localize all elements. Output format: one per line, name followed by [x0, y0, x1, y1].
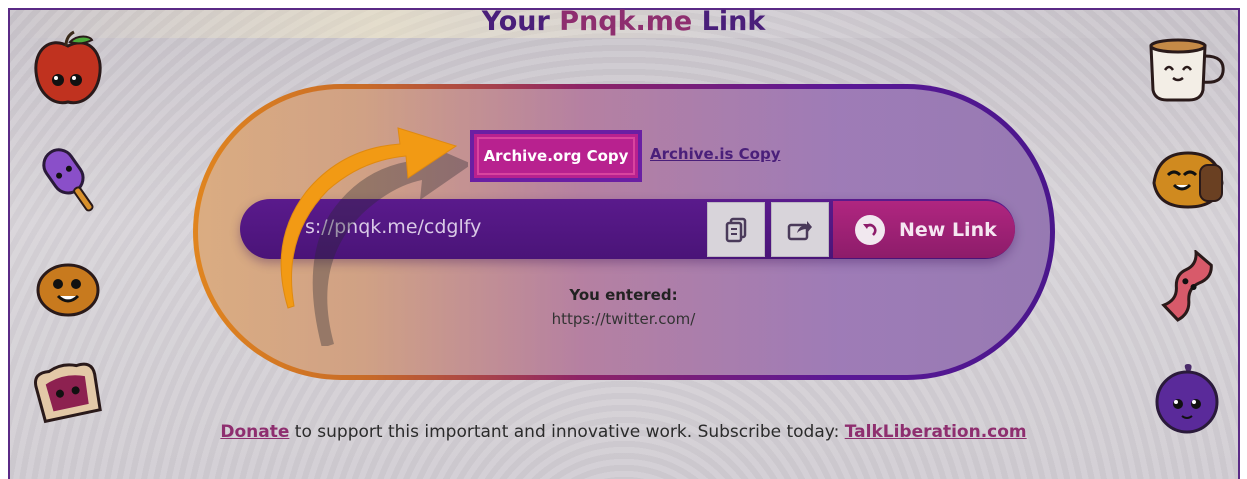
page-title: Your Pnqk.me Link [0, 6, 1247, 37]
archive-org-label: Archive.org Copy [483, 147, 629, 165]
new-link-label: New Link [899, 218, 997, 241]
talkliberation-link[interactable]: TalkLiberation.com [845, 422, 1027, 442]
share-icon [787, 220, 812, 240]
new-link-button[interactable]: New Link [833, 201, 1015, 258]
popsicle-sticker [42, 148, 94, 212]
entered-url: https://twitter.com/ [551, 310, 696, 328]
title-brand: Pnqk.me [559, 6, 693, 37]
undo-icon [855, 214, 885, 245]
pastry-sticker [1152, 151, 1224, 209]
mug-sticker [1149, 38, 1225, 102]
share-button[interactable] [771, 202, 829, 257]
copy-button[interactable] [707, 202, 765, 257]
archive-is-copy-link[interactable]: Archive.is Copy [650, 145, 781, 163]
title-prefix: Your [481, 6, 560, 37]
copy-icon [725, 217, 747, 242]
donate-link[interactable]: Donate [220, 422, 289, 442]
archive-org-copy-button[interactable]: Archive.org Copy [470, 130, 642, 182]
you-entered-label: You entered: [569, 286, 678, 304]
footer-message: Donate to support this important and inn… [0, 422, 1247, 442]
toast-jam-sticker [34, 362, 102, 424]
title-suffix: Link [692, 6, 766, 37]
apple-sticker [34, 30, 102, 105]
footer-text: to support this important and innovative… [289, 422, 845, 442]
